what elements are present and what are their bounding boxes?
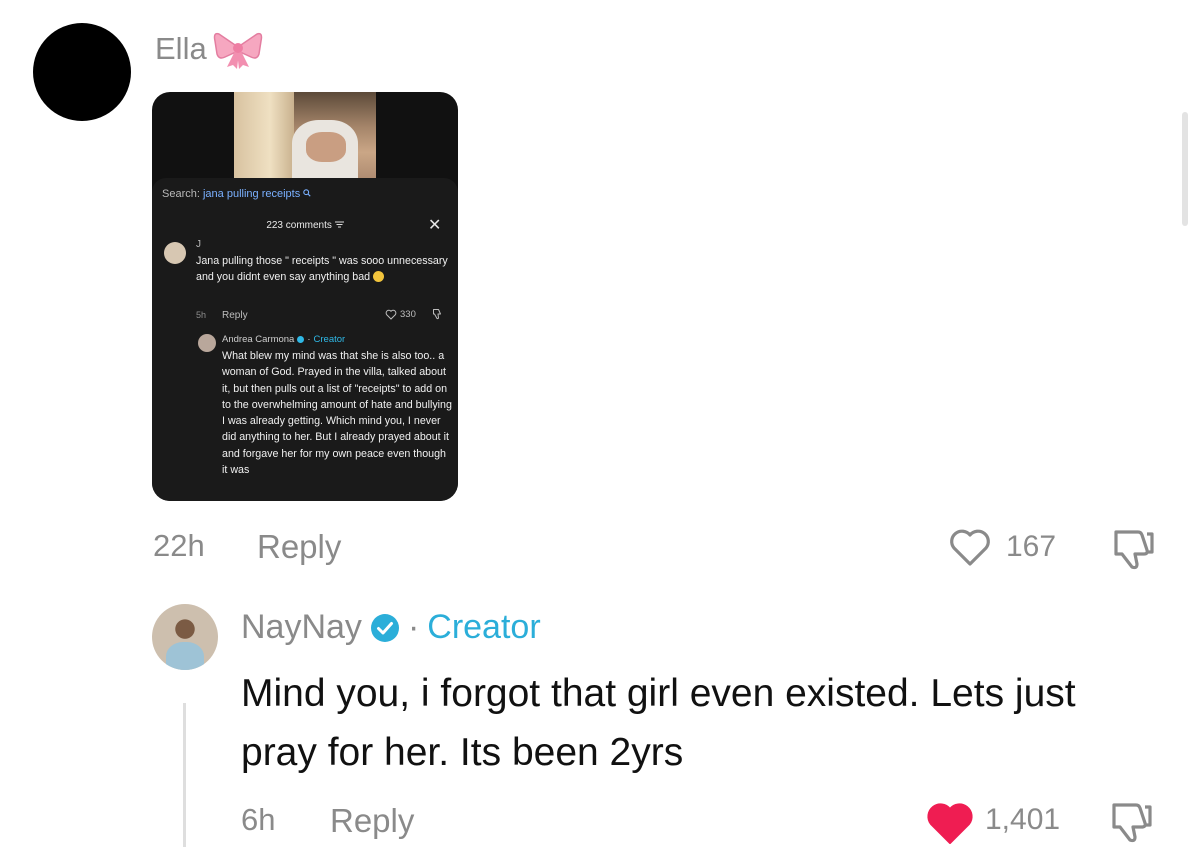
bow-emoji-icon: [213, 32, 262, 69]
search-icon: [303, 189, 311, 197]
verified-badge-icon: [297, 336, 305, 343]
screenshot-search-row: Search: jana pulling receipts: [162, 188, 311, 200]
screenshot-comment-text: Jana pulling those " receipts " was sooo…: [196, 255, 448, 283]
dislike-icon[interactable]: [1110, 526, 1158, 572]
screenshot-creator-text: What blew my mind was that she is also t…: [222, 350, 452, 477]
screenshot-creator-role: Creator: [313, 334, 346, 345]
reply-button[interactable]: Reply: [330, 802, 414, 840]
comment-timestamp: 22h: [153, 528, 205, 563]
screenshot-comment-username: J: [196, 239, 201, 250]
screenshot-creator-row: Andrea Carmona · Creator: [222, 334, 346, 345]
avatar-ella[interactable]: [33, 23, 131, 121]
reply-timestamp: 6h: [241, 802, 276, 837]
filter-icon: [334, 221, 344, 228]
screenshot-creator-username: Andrea Carmona: [222, 334, 295, 345]
avatar-naynay[interactable]: [152, 604, 218, 670]
screenshot-search-query: jana pulling receipts: [202, 188, 301, 200]
screenshot-photo: [234, 92, 376, 178]
screenshot-creator-avatar: [198, 334, 216, 352]
screenshot-like-count: 330: [385, 309, 416, 320]
screenshot-reply-label: Reply: [222, 310, 248, 321]
separator-dot: ·: [407, 608, 420, 646]
dislike-icon[interactable]: [1108, 799, 1156, 845]
heart-outline-icon[interactable]: [948, 528, 992, 568]
comment-username-row[interactable]: Ella: [155, 29, 263, 69]
screenshot-comments-header: 223 comments: [152, 220, 458, 231]
screenshot-comments-count: 223 comments: [266, 220, 332, 231]
emoji-icon: [373, 271, 385, 282]
screenshot-avatar: [164, 242, 186, 264]
reply-username-row: NayNay · Creator: [241, 608, 541, 647]
reply-username[interactable]: NayNay: [241, 608, 362, 647]
verified-badge-icon: [370, 613, 399, 642]
like-count: 167: [1006, 530, 1057, 563]
heart-outline-icon: [385, 309, 397, 320]
like-count: 1,401: [985, 803, 1061, 836]
thread-line: [183, 703, 186, 847]
reply-text: Mind you, i forgot that girl even existe…: [241, 672, 1076, 774]
screenshot-search-label: Search:: [162, 188, 200, 200]
close-icon: ✕: [428, 217, 442, 234]
reply-button[interactable]: Reply: [257, 528, 341, 566]
scrollbar[interactable]: [1182, 112, 1188, 226]
dislike-icon: [433, 309, 441, 320]
heart-filled-icon[interactable]: [925, 802, 975, 846]
screenshot-comment-time: 5h: [196, 310, 207, 320]
comment-username[interactable]: Ella: [155, 31, 207, 67]
creator-label: Creator: [427, 608, 541, 646]
embedded-screenshot[interactable]: Search: jana pulling receipts 223 commen…: [152, 92, 458, 501]
